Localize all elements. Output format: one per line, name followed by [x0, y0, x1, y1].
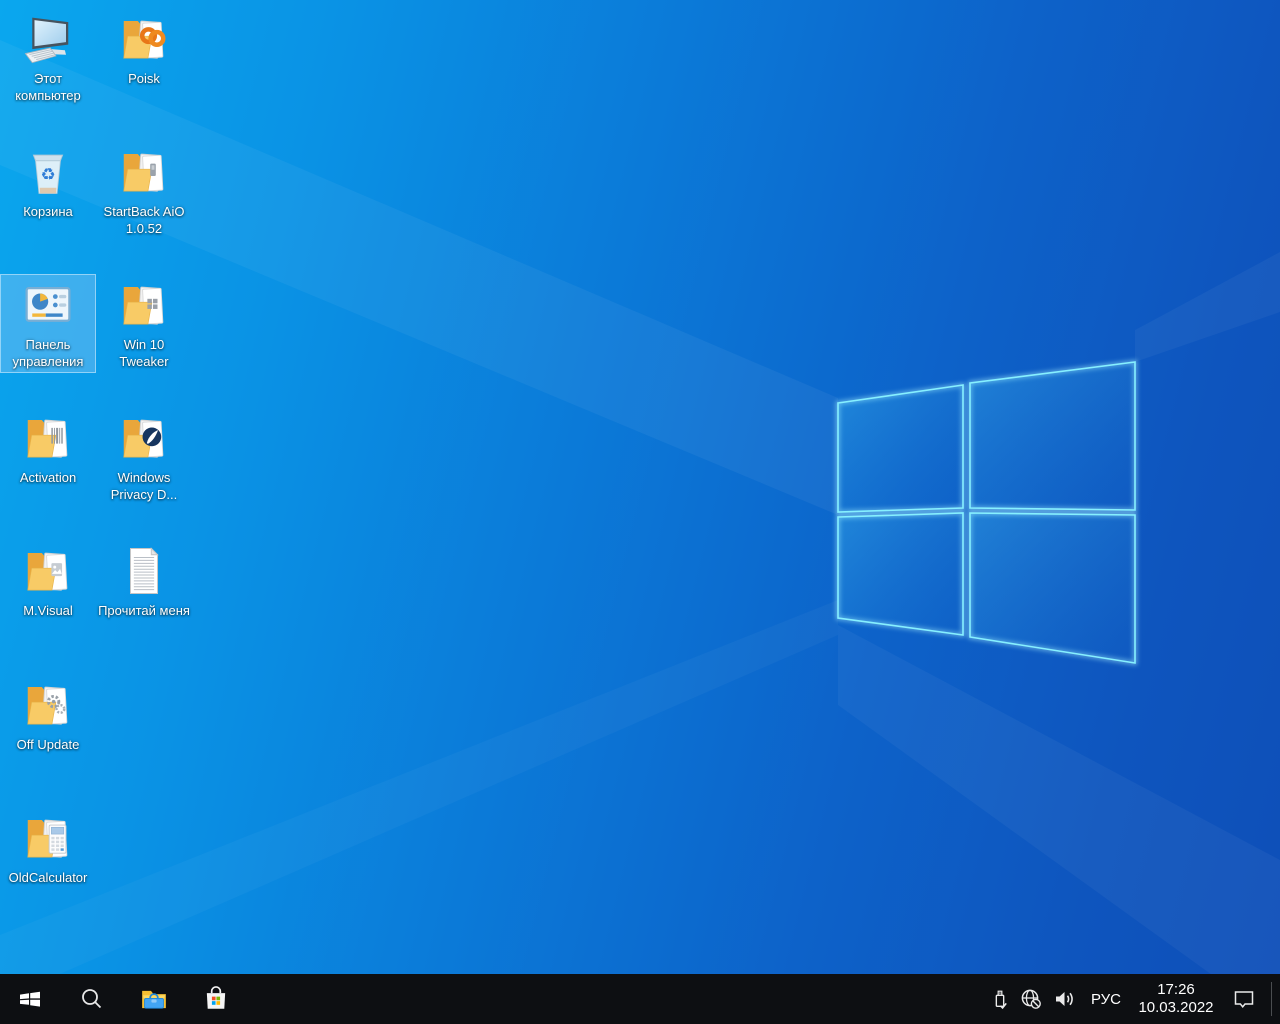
desktop-icon-oldcalculator[interactable]: OldCalculator [0, 807, 96, 889]
volume-icon [1056, 992, 1073, 1006]
desktop-icon-this-pc[interactable]: Этот компьютер [0, 8, 96, 107]
desktop-icon-activation[interactable]: Activation [0, 407, 96, 489]
folder-gears-icon [27, 686, 68, 725]
network-no-internet-icon [1021, 989, 1041, 1009]
desktop-icon-label: Панель управления [12, 337, 84, 369]
start-button[interactable] [7, 974, 53, 1024]
desktop-icon-label: Win 10 Tweaker [119, 337, 169, 369]
folder-document-icon [123, 153, 164, 192]
folder-windows-icon [123, 286, 164, 325]
desktop-icon-recycle-bin[interactable]: ♻ Корзина [0, 141, 96, 223]
control-panel-icon [25, 287, 71, 322]
desktop-icon-label: Прочитай меня [98, 603, 190, 618]
desktop-icon-startback[interactable]: StartBack AiO 1.0.52 [96, 141, 192, 240]
desktop-icon-label: M.Visual [23, 603, 73, 618]
usb-device-tray-button[interactable] [985, 974, 1015, 1024]
recycle-bin-icon: ♻ [32, 154, 64, 194]
desktop-icon-mvisual[interactable]: M.Visual [0, 540, 96, 622]
volume-tray-button[interactable] [1047, 974, 1083, 1024]
action-center-icon [1234, 991, 1254, 1008]
file-explorer-icon [142, 990, 166, 1009]
folder-calculator-icon [27, 819, 68, 858]
search-button[interactable] [69, 974, 115, 1024]
microsoft-store-icon [206, 986, 226, 1009]
clock[interactable]: 17:26 10.03.2022 [1129, 981, 1223, 1017]
desktop-icon-label: Windows Privacy D... [110, 470, 178, 502]
desktop-icon-readme[interactable]: Прочитай меня [96, 540, 192, 622]
action-center-button[interactable] [1223, 974, 1265, 1024]
desktop-icon-label: Этот компьютер [15, 71, 81, 103]
folder-feather-icon [123, 419, 164, 458]
computer-icon [24, 17, 69, 64]
desktop-icon-label: Корзина [23, 204, 73, 219]
usb-device-icon [995, 990, 1007, 1010]
desktop-icon-label: OldCalculator [8, 870, 88, 885]
taskbar: РУС 17:26 10.03.2022 [0, 974, 1280, 1024]
folder-image-icon [27, 552, 68, 591]
start-icon [20, 991, 40, 1007]
wallpaper-windows-logo [836, 359, 1137, 666]
folder-rings-icon [123, 20, 166, 59]
clock-time: 17:26 [1157, 981, 1195, 998]
desktop-icon-label: Off Update [16, 737, 80, 752]
network-tray-button[interactable] [1015, 974, 1047, 1024]
desktop-icon-label: Poisk [128, 71, 160, 86]
desktop-icon-win10-tweaker[interactable]: Win 10 Tweaker [96, 274, 192, 373]
desktop-icon-control-panel[interactable]: Панель управления [0, 274, 96, 373]
search-icon [82, 989, 102, 1009]
desktop-icon-label: StartBack AiO 1.0.52 [103, 204, 185, 236]
system-tray: РУС 17:26 10.03.2022 [985, 974, 1280, 1024]
desktop-icon-windows-privacy[interactable]: Windows Privacy D... [96, 407, 192, 506]
desktop-background[interactable]: Этот компьютер Poisk ♻ Корзина StartBack… [0, 0, 1280, 974]
show-desktop-button[interactable] [1272, 974, 1280, 1024]
folder-barcode-icon [27, 419, 68, 458]
desktop-icon-label: Activation [19, 470, 77, 485]
clock-date: 10.03.2022 [1138, 999, 1214, 1016]
desktop-icon-off-update[interactable]: Off Update [0, 674, 96, 756]
language-indicator[interactable]: РУС [1083, 991, 1129, 1008]
svg-text:♻: ♻ [40, 164, 55, 184]
microsoft-store-button[interactable] [193, 974, 239, 1024]
file-explorer-button[interactable] [131, 974, 177, 1024]
text-document-icon [129, 547, 159, 595]
desktop-icon-poisk[interactable]: Poisk [96, 8, 192, 90]
